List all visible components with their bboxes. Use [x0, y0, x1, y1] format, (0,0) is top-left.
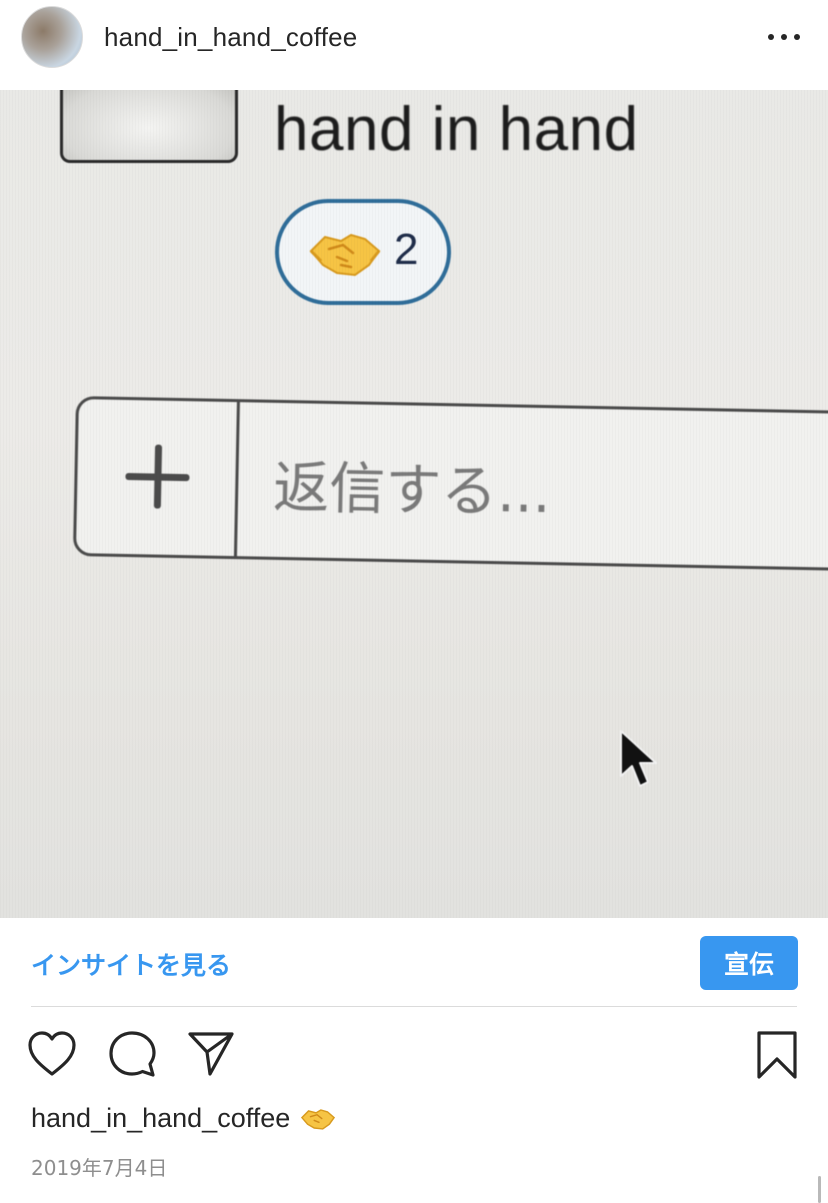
post-header: hand_in_hand_coffee [0, 0, 828, 90]
handshake-icon [309, 233, 381, 277]
heart-icon[interactable] [27, 1030, 77, 1078]
caption: hand_in_hand_coffee [31, 1103, 336, 1134]
reaction-count: 2 [394, 225, 419, 274]
send-icon[interactable] [187, 1030, 235, 1076]
scrollbar[interactable] [818, 1176, 821, 1203]
divider [31, 1006, 797, 1007]
more-options-icon[interactable] [766, 30, 802, 44]
plus-icon [125, 444, 190, 509]
message-thumbnail [60, 90, 238, 163]
comment-icon[interactable] [108, 1030, 156, 1078]
caption-username[interactable]: hand_in_hand_coffee [31, 1103, 290, 1134]
view-insights-link[interactable]: インサイトを見る [31, 946, 231, 982]
promote-button[interactable]: 宣伝 [700, 936, 798, 990]
handshake-icon [301, 1108, 336, 1130]
bookmark-icon[interactable] [756, 1030, 798, 1080]
mouse-cursor-icon [620, 730, 657, 787]
reply-box: 返信する... [72, 396, 828, 571]
message-text: hand in hand [274, 95, 639, 164]
avatar[interactable] [21, 6, 83, 68]
reply-placeholder: 返信する... [272, 455, 552, 527]
reaction-pill: 2 [275, 199, 451, 305]
post-date: 2019年7月4日 [31, 1156, 168, 1180]
reply-divider [233, 402, 240, 557]
post-photo[interactable]: hand in hand 2 返信する... [0, 90, 828, 918]
post-username[interactable]: hand_in_hand_coffee [104, 22, 357, 53]
